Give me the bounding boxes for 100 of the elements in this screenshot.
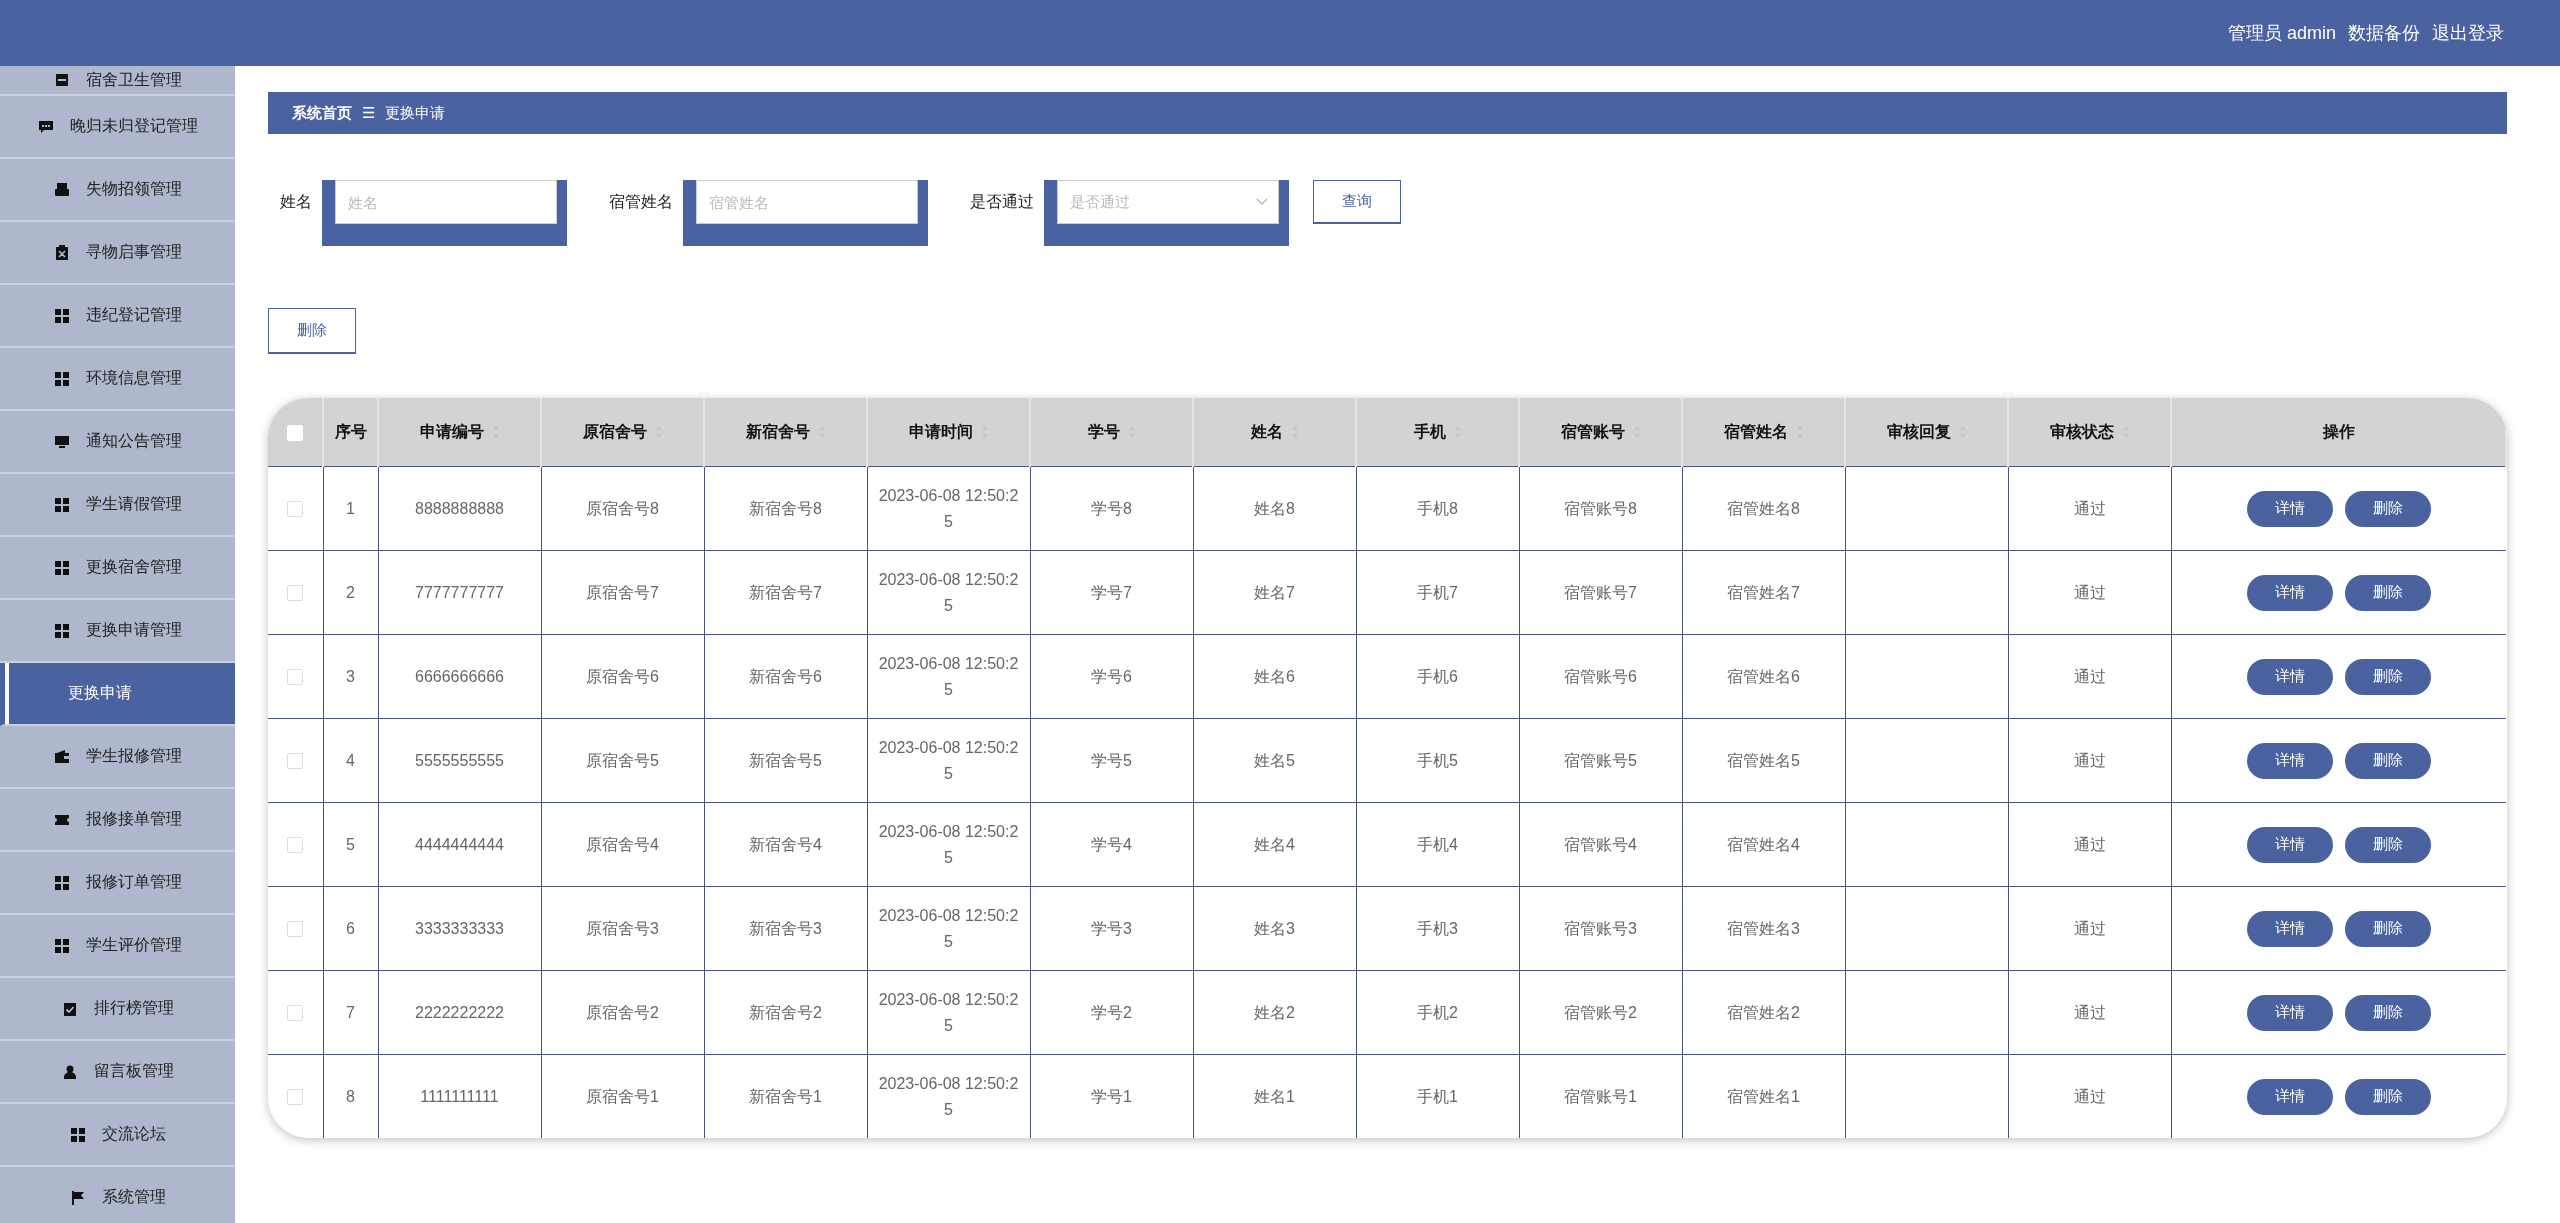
sidebar-item[interactable]: 交流论坛 — [0, 1104, 235, 1167]
delete-button[interactable]: 删除 — [2344, 826, 2431, 863]
sidebar-label: 晚归未归登记管理 — [69, 116, 198, 136]
table-cell-text: 2023-06-08 12:50:25 — [877, 653, 1020, 700]
search-field[interactable]: 宿管姓名 — [696, 180, 918, 224]
delete-button[interactable]: 删除 — [2344, 910, 2431, 947]
sidebar-item[interactable]: 学生评价管理 — [0, 915, 235, 978]
sidebar-label: 寻物启事管理 — [85, 242, 182, 262]
table-cell: 2 — [346, 583, 355, 601]
table-cell: 新宿舍号4 — [749, 835, 822, 853]
table-cell: 手机2 — [1417, 1003, 1458, 1021]
table-cell: 原宿舍号4 — [586, 835, 659, 853]
table-cell: 3333333333 — [415, 919, 504, 937]
table-cell: 8 — [346, 1087, 355, 1105]
grid-icon — [53, 622, 70, 639]
sidebar-item[interactable]: 寻物启事管理 — [0, 222, 235, 285]
sidebar-label: 宿舍卫生管理 — [85, 69, 182, 90]
sidebar-item[interactable]: 报修接单管理 — [0, 789, 235, 852]
row-checkbox[interactable] — [287, 1089, 304, 1106]
breadcrumb-home[interactable]: 系统首页 — [292, 103, 352, 123]
column-header-cell[interactable]: 宿管姓名 — [1682, 398, 1845, 467]
details-button[interactable]: 详情 — [2246, 658, 2333, 695]
sidebar-item[interactable]: 系统管理 — [0, 1167, 235, 1223]
sidebar-item[interactable]: 晚归未归登记管理 — [0, 96, 235, 159]
column-header-cell[interactable]: 新宿舍号 — [704, 398, 867, 467]
header-link[interactable]: 数据备份 — [2348, 21, 2420, 45]
column-header: 操作 — [2322, 421, 2355, 442]
column-header: 申请编号 — [419, 421, 484, 442]
table-cell: 原宿舍号5 — [586, 751, 659, 769]
sidebar-subitem[interactable]: 更换申请 — [0, 663, 235, 726]
sidebar-item[interactable]: 报修订单管理 — [0, 852, 235, 915]
select-all-checkbox[interactable] — [287, 424, 303, 441]
column-header-cell[interactable]: 手机 — [1356, 398, 1519, 467]
table-cell: 手机1 — [1417, 1087, 1458, 1105]
sidebar-label: 学生评价管理 — [85, 935, 182, 955]
details-button[interactable]: 详情 — [2246, 910, 2333, 947]
flag-icon — [69, 1189, 86, 1206]
delete-button[interactable]: 删除 — [2344, 490, 2431, 527]
table-cell: 姓名6 — [1254, 667, 1295, 685]
sidebar-item[interactable]: 环境信息管理 — [0, 348, 235, 411]
table-cell: 5555555555 — [415, 751, 504, 769]
sidebar-item[interactable]: 违纪登记管理 — [0, 285, 235, 348]
column-header-cell[interactable]: 姓名 — [1193, 398, 1356, 467]
table-cell: 宿管账号8 — [1564, 499, 1637, 517]
column-header-cell[interactable]: 学号 — [1030, 398, 1193, 467]
sidebar-item[interactable]: 失物招领管理 — [0, 159, 235, 222]
details-button[interactable]: 详情 — [2246, 574, 2333, 611]
monitor-icon — [53, 433, 70, 450]
table-cell: 学号8 — [1091, 499, 1132, 517]
table-cell: 新宿舍号8 — [749, 499, 822, 517]
column-header-cell[interactable]: 审核状态 — [2008, 398, 2171, 467]
details-button[interactable]: 详情 — [2246, 826, 2333, 863]
breadcrumb-separator: ☰ — [362, 104, 376, 122]
table-cell: 姓名8 — [1254, 499, 1295, 517]
table-cell: 宿管姓名4 — [1727, 835, 1800, 853]
row-checkbox[interactable] — [287, 669, 304, 686]
row-checkbox[interactable] — [287, 837, 304, 854]
details-button[interactable]: 详情 — [2246, 994, 2333, 1031]
search-button[interactable]: 查询 — [1313, 180, 1401, 224]
table-cell: 通过 — [2073, 667, 2106, 685]
sidebar-item[interactable]: 通知公告管理 — [0, 411, 235, 474]
row-checkbox[interactable] — [287, 501, 304, 518]
table-cell: 宿管账号2 — [1564, 1003, 1637, 1021]
sidebar-item[interactable]: 排行榜管理 — [0, 978, 235, 1041]
column-header-cell[interactable]: 申请编号 — [378, 398, 541, 467]
table-cell: 宿管姓名3 — [1727, 919, 1800, 937]
table-cell: 学号1 — [1091, 1087, 1132, 1105]
search-field[interactable]: 姓名 — [335, 180, 557, 224]
details-button[interactable]: 详情 — [2246, 1078, 2333, 1115]
row-checkbox[interactable] — [287, 753, 304, 770]
details-button[interactable]: 详情 — [2246, 742, 2333, 779]
delete-button[interactable]: 删除 — [2344, 994, 2431, 1031]
sidebar-label: 排行榜管理 — [93, 998, 174, 1018]
sidebar-label: 留言板管理 — [93, 1061, 174, 1081]
sidebar-item[interactable]: 宿舍卫生管理 — [0, 66, 235, 96]
column-header-cell[interactable]: 宿管账号 — [1519, 398, 1682, 467]
column-header-cell[interactable]: 原宿舍号 — [541, 398, 704, 467]
header-link[interactable]: 管理员 admin — [2227, 21, 2336, 45]
sidebar-item[interactable]: 学生请假管理 — [0, 474, 235, 537]
sidebar-label: 违纪登记管理 — [85, 305, 182, 325]
sidebar-label: 学生报修管理 — [85, 746, 182, 766]
row-checkbox[interactable] — [287, 921, 304, 938]
delete-button[interactable]: 删除 — [2344, 742, 2431, 779]
sidebar-item[interactable]: 留言板管理 — [0, 1041, 235, 1104]
delete-button[interactable]: 删除 — [268, 308, 356, 354]
column-header-cell[interactable]: 审核回复 — [1845, 398, 2008, 467]
delete-button[interactable]: 删除 — [2344, 658, 2431, 695]
column-header-cell[interactable]: 申请时间 — [867, 398, 1030, 467]
delete-button[interactable]: 删除 — [2344, 1078, 2431, 1115]
sidebar-item[interactable]: 更换宿舍管理 — [0, 537, 235, 600]
table-cell-text: 2023-06-08 12:50:25 — [877, 905, 1020, 952]
table-cell-text: 2023-06-08 12:50:25 — [877, 821, 1020, 868]
sidebar-item[interactable]: 学生报修管理 — [0, 726, 235, 789]
details-button[interactable]: 详情 — [2246, 490, 2333, 527]
table-cell: 2222222222 — [415, 1003, 504, 1021]
header-link[interactable]: 退出登录 — [2432, 21, 2504, 45]
table-cell: 手机7 — [1417, 583, 1458, 601]
row-checkbox[interactable] — [287, 585, 304, 602]
delete-button[interactable]: 删除 — [2344, 574, 2431, 611]
row-checkbox[interactable] — [287, 1005, 304, 1022]
